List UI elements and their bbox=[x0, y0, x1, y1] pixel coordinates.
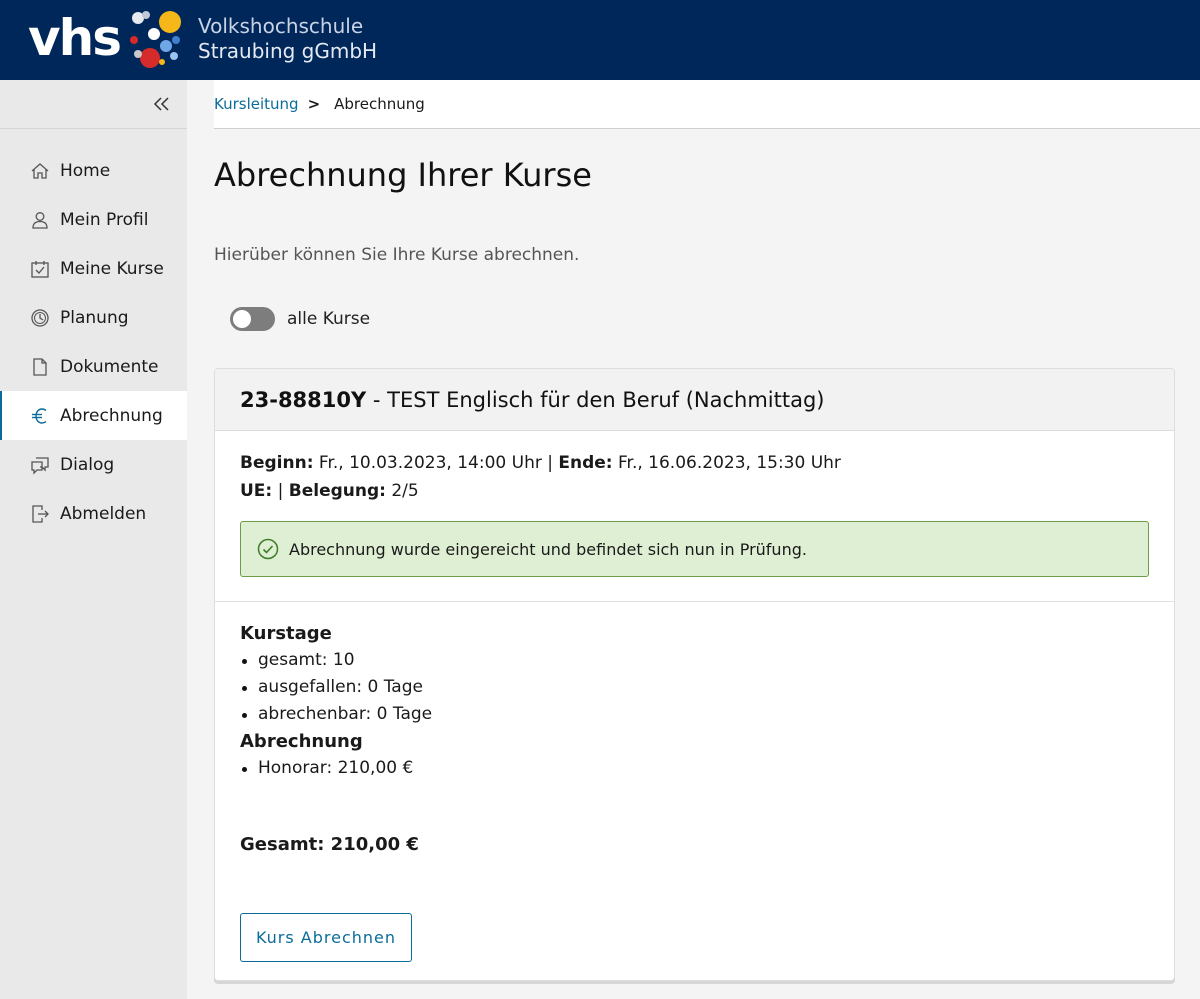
calendar-check-icon bbox=[30, 259, 50, 279]
sidebar-item-mein-profil[interactable]: Mein Profil bbox=[0, 195, 187, 244]
breadcrumb-kursleitung-link[interactable]: Kursleitung bbox=[214, 95, 299, 113]
sidebar-item-meine-kurse[interactable]: Meine Kurse bbox=[0, 244, 187, 293]
honorar-item: Honorar: 210,00 € bbox=[240, 755, 1149, 782]
sidebar-collapse-button[interactable] bbox=[0, 80, 187, 129]
sidebar-item-dialog[interactable]: Dialog bbox=[0, 440, 187, 489]
abrechnung-heading: Abrechnung bbox=[240, 731, 363, 752]
status-alert: Abrechnung wurde eingereicht und befinde… bbox=[240, 521, 1149, 577]
double-chevron-left-icon bbox=[153, 97, 169, 111]
course-number: 23-88810Y bbox=[240, 387, 367, 412]
sidebar-item-planung[interactable]: Planung bbox=[0, 293, 187, 342]
all-courses-toggle-row: alle Kurse bbox=[230, 307, 370, 331]
sidebar-item-label: Dialog bbox=[60, 454, 115, 475]
course-title-separator: - bbox=[366, 387, 388, 412]
begin-label: Beginn: bbox=[240, 453, 314, 473]
kurstage-total: gesamt: 10 bbox=[240, 647, 1149, 674]
sidebar-item-label: Mein Profil bbox=[60, 209, 149, 230]
vhs-logo[interactable]: vhs bbox=[28, 9, 188, 72]
course-meta: Beginn: Fr., 10.03.2023, 14:00 Uhr | End… bbox=[215, 431, 1174, 505]
chat-icon bbox=[30, 455, 50, 475]
course-card-header: 23-88810Y - TEST Englisch für den Beruf … bbox=[215, 369, 1174, 431]
org-line-1: Volkshochschule bbox=[198, 14, 364, 38]
logo-dots-icon bbox=[130, 11, 181, 68]
sidebar-item-label: Home bbox=[60, 160, 111, 181]
status-message: Abrechnung wurde eingereicht und befinde… bbox=[289, 539, 807, 559]
begin-value: Fr., 10.03.2023, 14:00 Uhr | bbox=[313, 453, 559, 473]
kurstage-heading: Kurstage bbox=[240, 623, 332, 644]
sidebar-item-abrechnung[interactable]: Abrechnung bbox=[0, 391, 187, 440]
org-name: Volkshochschule Straubing gGmbH bbox=[198, 14, 377, 64]
logo-text: vhs bbox=[28, 9, 122, 67]
all-courses-toggle-label: alle Kurse bbox=[287, 309, 371, 329]
sidebar-item-abmelden[interactable]: Abmelden bbox=[0, 489, 187, 538]
home-icon bbox=[30, 161, 50, 181]
breadcrumb-separator: > bbox=[307, 95, 321, 113]
logout-icon bbox=[30, 504, 50, 524]
kurstage-list: gesamt: 10 ausgefallen: 0 Tage abrechenb… bbox=[240, 647, 1149, 728]
euro-icon bbox=[30, 406, 50, 426]
sidebar-item-dokumente[interactable]: Dokumente bbox=[0, 342, 187, 391]
org-line-2: Straubing gGmbH bbox=[198, 39, 378, 63]
end-label: Ende: bbox=[558, 453, 613, 473]
page-title: Abrechnung Ihrer Kurse bbox=[214, 156, 592, 194]
course-title: TEST Englisch für den Beruf (Nachmittag) bbox=[387, 387, 825, 412]
sidebar: Home Mein Profil Meine Kurse Planung Dok… bbox=[0, 80, 187, 999]
sidebar-item-label: Meine Kurse bbox=[60, 258, 164, 279]
ue-value: | bbox=[272, 481, 289, 501]
end-value: Fr., 16.06.2023, 15:30 Uhr bbox=[612, 453, 841, 473]
occupancy-value: 2/5 bbox=[385, 481, 419, 501]
course-ue-occupancy: UE: | Belegung: 2/5 bbox=[240, 477, 1149, 505]
kurstage-cancelled: ausgefallen: 0 Tage bbox=[240, 674, 1149, 701]
occupancy-label: Belegung: bbox=[288, 481, 386, 501]
sidebar-item-label: Abmelden bbox=[60, 503, 147, 524]
all-courses-toggle[interactable] bbox=[230, 307, 275, 331]
document-icon bbox=[30, 357, 50, 377]
course-details: Kurstage gesamt: 10 ausgefallen: 0 Tage … bbox=[215, 602, 1174, 782]
course-dates: Beginn: Fr., 10.03.2023, 14:00 Uhr | End… bbox=[240, 449, 1149, 477]
breadcrumb-current: Abrechnung bbox=[334, 95, 425, 113]
app-header: vhs Volkshochschule Straubing gGmbH bbox=[0, 0, 1200, 80]
total-amount: Gesamt: 210,00 € bbox=[240, 834, 419, 855]
breadcrumb: Kursleitung > Abrechnung bbox=[214, 80, 1200, 129]
ue-label: UE: bbox=[240, 481, 273, 501]
kurs-abrechnen-button[interactable]: Kurs Abrechnen bbox=[240, 913, 412, 962]
toggle-knob bbox=[233, 310, 251, 328]
user-icon bbox=[30, 210, 50, 230]
sidebar-item-home[interactable]: Home bbox=[0, 146, 187, 195]
check-circle-icon bbox=[257, 538, 279, 560]
kurstage-billable: abrechenbar: 0 Tage bbox=[240, 701, 1149, 728]
sidebar-nav: Home Mein Profil Meine Kurse Planung Dok… bbox=[0, 146, 187, 538]
abrechnung-list: Honorar: 210,00 € bbox=[240, 755, 1149, 782]
sidebar-item-label: Abrechnung bbox=[60, 405, 163, 426]
page-intro: Hierüber können Sie Ihre Kurse abrechnen… bbox=[214, 245, 580, 265]
sidebar-item-label: Dokumente bbox=[60, 356, 159, 377]
course-card: 23-88810Y - TEST Englisch für den Beruf … bbox=[214, 368, 1175, 981]
sidebar-item-label: Planung bbox=[60, 307, 129, 328]
clock-icon bbox=[30, 308, 50, 328]
